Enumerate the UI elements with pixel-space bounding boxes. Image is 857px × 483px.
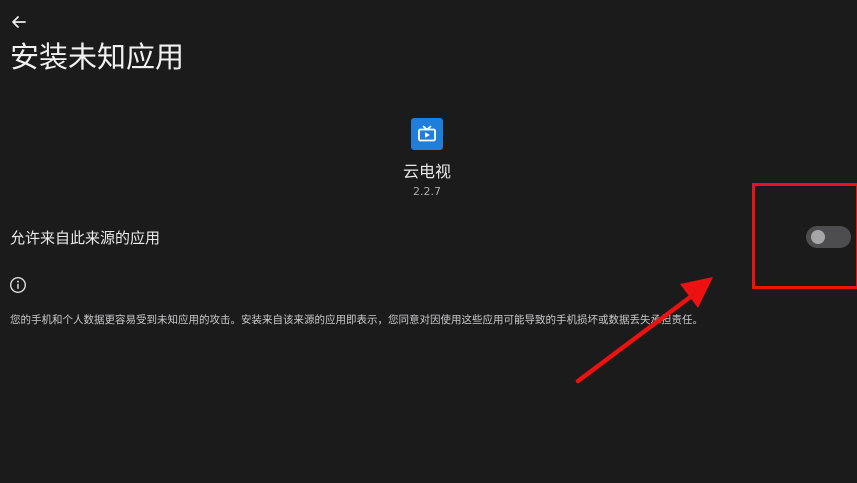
toggle-knob	[811, 230, 825, 244]
page-title: 安装未知应用	[10, 40, 185, 74]
arrow-left-icon	[12, 16, 26, 28]
allow-source-label: 允许来自此来源的应用	[10, 229, 161, 247]
back-button[interactable]	[8, 11, 30, 33]
tv-icon	[411, 118, 443, 150]
info-icon	[9, 276, 27, 294]
allow-source-toggle[interactable]	[806, 226, 851, 248]
app-version: 2.2.7	[413, 185, 441, 198]
warning-text: 您的手机和个人数据更容易受到未知应用的攻击。安装来自该来源的应用即表示，您同意对…	[10, 314, 703, 326]
app-name: 云电视	[402, 162, 451, 181]
